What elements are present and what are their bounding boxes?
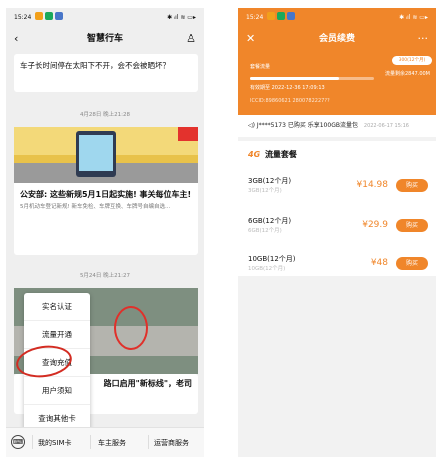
package-sub: 10GB(12个月): [248, 266, 286, 272]
package-name: 10GB(12个月): [248, 255, 296, 263]
notice-text: J****5173 已购买 乐享100GB流量包: [256, 122, 358, 129]
bottom-tab-bar: ⌨ 我的SIM卡 车主服务 运营商服务: [6, 427, 204, 457]
right-screen: 15:24 ✱ ᵢıl ≋ ▭▸ ✕ 会员续费 ··· 300(12个月) 套餐…: [238, 8, 436, 457]
signal-icons-2: ✱ ᵢıl ≋ ▭▸: [399, 14, 428, 21]
4g-icon: 4G: [248, 150, 261, 159]
page-title-2: 会员续费: [318, 34, 355, 44]
package-price: ¥48: [370, 258, 388, 268]
signal-icons: ✱ ᵢıl ≋ ▭▸: [167, 14, 196, 21]
left-screen: 15:24 ✱ ᵢıl ≋ ▭▸ ‹ 智慧行车 ♙ 车子长时间停在太阳下不开，会…: [6, 8, 204, 457]
package-name: 3GB(12个月): [248, 177, 292, 185]
status-time: 15:24: [14, 14, 32, 21]
plan-name: 套餐流量: [250, 64, 271, 70]
package-price: ¥14.98: [356, 180, 389, 190]
notice-time: 2022-06-17 15:16: [363, 123, 409, 129]
user-icon[interactable]: ♙: [186, 28, 196, 50]
tab-my-sim[interactable]: 我的SIM卡: [38, 438, 72, 448]
notification-icons-2: [267, 12, 295, 20]
package-row: 10GB(12个月) 10GB(12个月) ¥48 购买: [248, 251, 428, 281]
nav-bar-2: ✕ 会员续费 ···: [238, 28, 436, 50]
question-text: 车子长时间停在太阳下不开，会不会被晒坏？: [20, 61, 170, 70]
package-price: ¥29.9: [362, 220, 388, 230]
date-label-2: 5月24日 晚上21:27: [79, 273, 131, 279]
status-bar-2: 15:24 ✱ ᵢıl ≋ ▭▸: [238, 8, 436, 28]
more-icon[interactable]: ···: [418, 28, 429, 50]
purchase-notice: ◁) J****5173 已购买 乐享100GB流量包 2022-06-17 1…: [238, 115, 436, 137]
tab-carrier-service[interactable]: 运营商服务: [154, 438, 189, 448]
date-label: 4月28日 晚上21:28: [79, 112, 131, 118]
menu-item-realname[interactable]: 实名认证: [24, 293, 90, 321]
notification-icons: [35, 12, 63, 20]
article-card[interactable]: 公安部: 这些新规5月1日起实施! 事关每位车主! 5月机动车登记新规! 新车免…: [14, 183, 198, 255]
section-title: 4G 流量套餐: [248, 150, 297, 159]
package-sub: 6GB(12个月): [248, 228, 282, 234]
menu-item-activate[interactable]: 流量开通: [24, 321, 90, 349]
speaker-icon: ◁): [248, 122, 255, 129]
status-time-2: 15:24: [246, 14, 264, 21]
buy-button[interactable]: 购买: [396, 257, 428, 270]
package-section: 4G 流量套餐 3GB(12个月) 3GB(12个月) ¥14.98 购买 6G…: [238, 141, 436, 276]
page-title: 智慧行车: [86, 34, 123, 44]
iccid: ICCID:89860621 2800782227??: [250, 98, 330, 104]
tab-owner-service[interactable]: 车主服务: [98, 438, 126, 448]
quota-remaining: 流量剩余2847.00M: [385, 71, 430, 77]
expiry-date: 有效期至 2022-12-36 17:09:13: [250, 85, 325, 91]
package-sub: 3GB(12个月): [248, 188, 282, 194]
buy-button[interactable]: 购买: [396, 179, 428, 192]
menu-item-notice[interactable]: 用户须知: [24, 377, 90, 405]
back-icon[interactable]: ‹: [14, 28, 18, 50]
buy-button[interactable]: 购买: [396, 219, 428, 232]
status-bar: 15:24 ✱ ᵢıl ≋ ▭▸: [6, 8, 204, 28]
package-name: 6GB(12个月): [248, 217, 292, 225]
question-card[interactable]: 车子长时间停在太阳下不开，会不会被晒坏？: [14, 54, 198, 92]
package-row: 6GB(12个月) 6GB(12个月) ¥29.9 购买: [248, 213, 428, 243]
keyboard-icon[interactable]: ⌨: [11, 435, 25, 449]
article-image[interactable]: [14, 127, 198, 183]
usage-progress: [250, 77, 374, 80]
close-icon[interactable]: ✕: [246, 28, 255, 50]
package-row: 3GB(12个月) 3GB(12个月) ¥14.98 购买: [248, 173, 428, 203]
article-summary: 5月机动车登记新规! 新车免检、车牌互换、车牌号自编自选...: [20, 204, 171, 210]
article-headline: 公安部: 这些新规5月1日起实施! 事关每位车主!: [20, 190, 192, 199]
nav-bar: ‹ 智慧行车 ♙: [6, 28, 204, 50]
plan-tag: 300(12个月): [392, 56, 432, 65]
